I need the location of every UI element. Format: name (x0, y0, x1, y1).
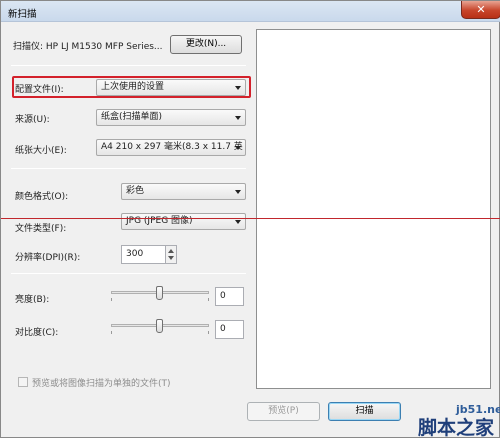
scanner-label: 扫描仪: HP LJ M1530 MFP Series... (13, 42, 163, 52)
color-format-value: 彩色 (126, 186, 145, 196)
separate-files-label: 预览或将图像扫描为单独的文件(T) (32, 379, 171, 389)
color-format-label: 颜色格式(O): (15, 192, 69, 202)
watermark-brand: 脚本之家 (418, 417, 495, 439)
file-type-label: 文件类型(F): (15, 224, 67, 234)
divider (11, 273, 246, 274)
chevron-down-icon (235, 116, 241, 120)
resolution-input[interactable]: 300 (121, 245, 166, 264)
spin-up-icon[interactable] (168, 249, 174, 253)
new-scan-dialog: 新扫描 ✕ 扫描仪: HP LJ M1530 MFP Series... 更改(… (0, 0, 500, 439)
contrast-label: 对比度(C): (15, 328, 59, 338)
source-label: 来源(U): (15, 115, 50, 125)
divider (11, 168, 246, 169)
file-type-select[interactable]: JPG (JPEG 图像) (121, 213, 246, 230)
close-button[interactable]: ✕ (461, 1, 500, 19)
preview-button[interactable]: 预览(P) (247, 402, 320, 421)
change-scanner-button[interactable]: 更改(N)... (170, 35, 242, 54)
spin-down-icon[interactable] (168, 256, 174, 260)
brightness-slider-thumb[interactable] (156, 286, 163, 300)
source-value: 纸盒(扫描单面) (101, 112, 163, 122)
brightness-input[interactable]: 0 (215, 287, 244, 306)
contrast-track (111, 319, 209, 333)
source-select[interactable]: 纸盒(扫描单面) (96, 109, 246, 126)
preview-pane (256, 29, 491, 389)
close-icon: ✕ (476, 3, 486, 16)
brightness-label: 亮度(B): (15, 295, 50, 305)
chevron-down-icon (235, 86, 241, 90)
paper-size-value: A4 210 x 297 毫米(8.3 x 11.7 英 (101, 142, 243, 152)
resolution-spinner[interactable] (165, 245, 177, 264)
profile-label: 配置文件(I): (15, 85, 64, 95)
chevron-down-icon (235, 146, 241, 150)
separate-files-checkbox[interactable] (18, 377, 28, 387)
scan-button[interactable]: 扫描 (328, 402, 401, 421)
paper-size-select[interactable]: A4 210 x 297 毫米(8.3 x 11.7 英 (96, 139, 246, 156)
chevron-down-icon (235, 190, 241, 194)
paper-size-label: 纸张大小(E): (15, 146, 67, 156)
color-format-select[interactable]: 彩色 (121, 183, 246, 200)
resolution-label: 分辨率(DPI)(R): (15, 253, 81, 263)
divider (11, 65, 246, 66)
profile-select[interactable]: 上次使用的设置 (96, 79, 246, 96)
title-bar: 新扫描 (1, 1, 500, 22)
file-type-value: JPG (JPEG 图像) (126, 216, 193, 226)
contrast-slider-thumb[interactable] (156, 319, 163, 333)
profile-value: 上次使用的设置 (101, 82, 165, 92)
contrast-input[interactable]: 0 (215, 320, 244, 339)
chevron-down-icon (235, 220, 241, 224)
brightness-track (111, 286, 209, 300)
window-title: 新扫描 (8, 9, 37, 20)
